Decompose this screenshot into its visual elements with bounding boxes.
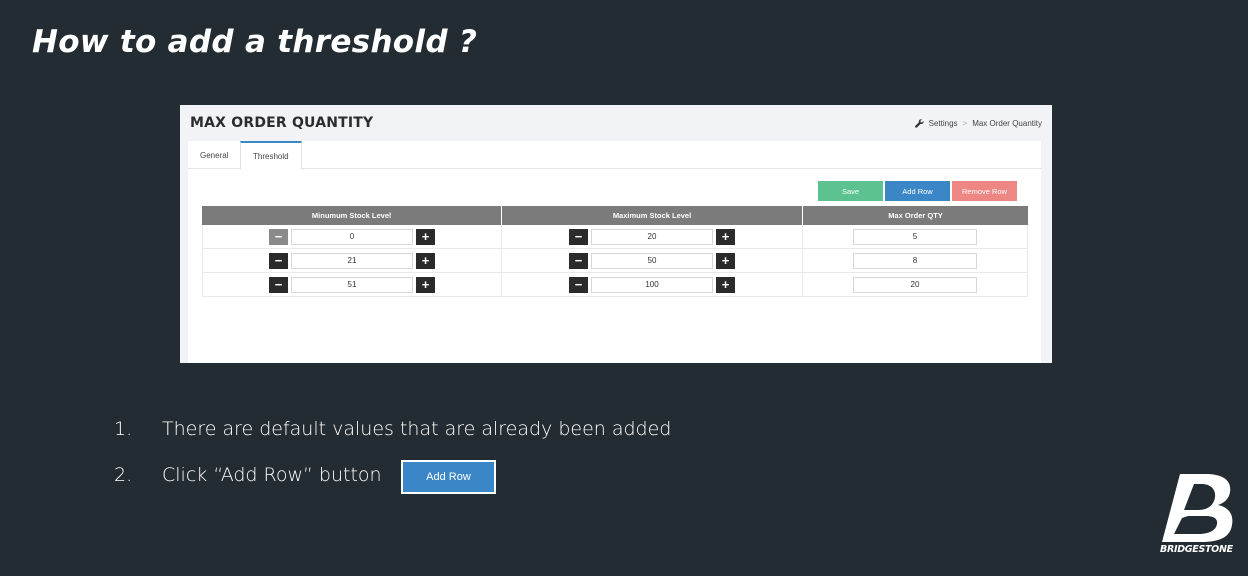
table-row: − 21 + − 50 + 8 <box>202 249 1028 273</box>
breadcrumb-current: Max Order Quantity <box>972 119 1042 128</box>
add-row-button-illustration: Add Row <box>401 460 496 494</box>
max-order-qty-input[interactable]: 20 <box>853 276 977 293</box>
threshold-table: Minumum Stock Level Maximum Stock Level … <box>202 206 1028 297</box>
increment-button[interactable]: + <box>716 276 735 293</box>
content-panel: General Threshold Save Add Row Remove Ro… <box>188 141 1041 363</box>
page-title: MAX ORDER QUANTITY <box>190 115 374 131</box>
instruction-text: Click “Add Row” button <box>162 464 382 486</box>
app-screenshot: MAX ORDER QUANTITY Settings > Max Order … <box>180 105 1052 363</box>
add-row-button[interactable]: Add Row <box>885 181 950 201</box>
increment-button[interactable]: + <box>416 228 435 245</box>
breadcrumb-separator: > <box>962 119 968 128</box>
increment-button[interactable]: + <box>416 252 435 269</box>
max-stock-input[interactable]: 100 <box>591 276 713 293</box>
column-header-min: Minumum Stock Level <box>202 206 502 225</box>
max-order-qty-input[interactable]: 8 <box>853 252 977 269</box>
column-header-max: Maximum Stock Level <box>502 206 803 225</box>
max-cell: − 50 + <box>502 249 803 272</box>
qty-cell: 8 <box>803 249 1028 272</box>
max-cell: − 20 + <box>502 225 803 248</box>
tab-threshold[interactable]: Threshold <box>240 141 302 170</box>
tab-general[interactable]: General <box>188 141 240 169</box>
min-stock-input[interactable]: 21 <box>291 252 413 269</box>
tab-bar: General Threshold <box>188 141 1041 170</box>
increment-button[interactable]: + <box>416 276 435 293</box>
min-cell: − 21 + <box>202 249 502 272</box>
breadcrumb: Settings > Max Order Quantity <box>914 119 1042 128</box>
table-row: − 51 + − 100 + 20 <box>202 273 1028 297</box>
min-cell: − 0 + <box>202 225 502 248</box>
instruction-number: 2. <box>114 464 133 486</box>
decrement-button[interactable]: − <box>269 276 288 293</box>
remove-row-button[interactable]: Remove Row <box>952 181 1017 201</box>
wrench-icon <box>914 119 924 128</box>
instruction-text: There are default values that are alread… <box>162 418 672 440</box>
breadcrumb-settings[interactable]: Settings <box>929 119 958 128</box>
min-stock-input[interactable]: 0 <box>291 228 413 245</box>
qty-cell: 5 <box>803 225 1028 248</box>
min-stock-input[interactable]: 51 <box>291 276 413 293</box>
bridgestone-wordmark: BRIDGESTONE <box>1160 544 1233 555</box>
decrement-button[interactable]: − <box>569 228 588 245</box>
page-header: MAX ORDER QUANTITY Settings > Max Order … <box>180 105 1052 141</box>
slide-title: How to add a threshold ? <box>32 24 478 60</box>
max-stock-input[interactable]: 50 <box>591 252 713 269</box>
instruction-number: 1. <box>114 418 133 440</box>
decrement-button[interactable]: − <box>269 252 288 269</box>
increment-button[interactable]: + <box>716 252 735 269</box>
max-stock-input[interactable]: 20 <box>591 228 713 245</box>
max-order-qty-input[interactable]: 5 <box>853 228 977 245</box>
table-row: − 0 + − 20 + 5 <box>202 225 1028 249</box>
table-header: Minumum Stock Level Maximum Stock Level … <box>202 206 1028 225</box>
decrement-button[interactable]: − <box>569 276 588 293</box>
decrement-button[interactable]: − <box>269 228 288 245</box>
max-cell: − 100 + <box>502 273 803 296</box>
column-header-qty: Max Order QTY <box>803 206 1028 225</box>
increment-button[interactable]: + <box>716 228 735 245</box>
qty-cell: 20 <box>803 273 1028 296</box>
min-cell: − 51 + <box>202 273 502 296</box>
decrement-button[interactable]: − <box>569 252 588 269</box>
save-button[interactable]: Save <box>818 181 883 201</box>
